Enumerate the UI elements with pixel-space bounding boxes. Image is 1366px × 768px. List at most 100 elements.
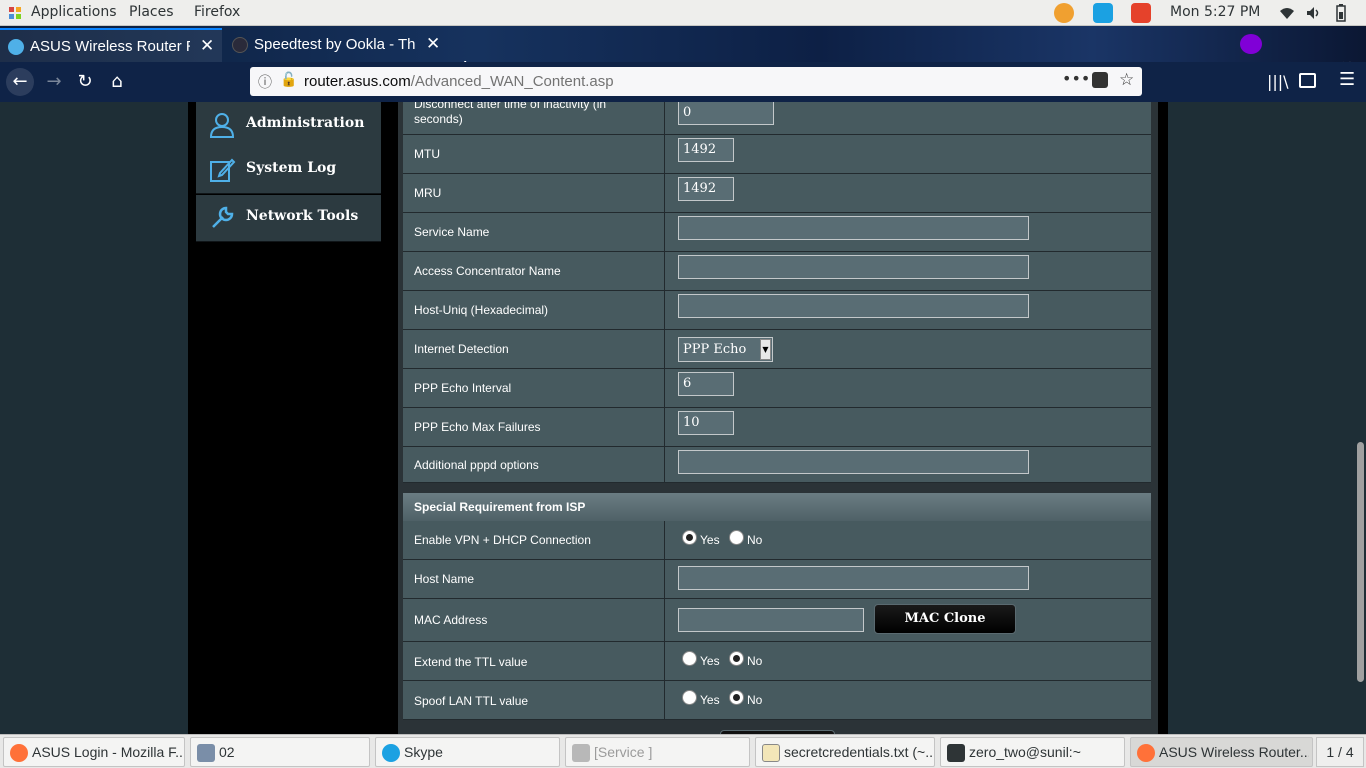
radio-label: No bbox=[747, 533, 763, 547]
wan-settings-form: Disconnect after time of inactivity (in … bbox=[398, 102, 1158, 734]
tray-notification-icon[interactable] bbox=[1131, 3, 1151, 23]
service-name-input[interactable] bbox=[678, 216, 1029, 240]
mru-input[interactable]: 1492 bbox=[678, 177, 734, 201]
wifi-icon[interactable] bbox=[1279, 6, 1295, 20]
page-actions-icon[interactable]: ••• bbox=[1062, 69, 1090, 88]
form-row-mtu: MTU 1492 bbox=[403, 135, 1151, 174]
close-icon[interactable]: ✕ bbox=[200, 36, 214, 56]
firefox-menu[interactable]: Firefox bbox=[194, 4, 240, 20]
access-concentrator-input[interactable] bbox=[678, 255, 1029, 279]
field-label: MTU bbox=[414, 147, 440, 161]
left-menu-column: Administration System Log Network Tools bbox=[188, 102, 398, 734]
insecure-lock-icon[interactable]: 🔓 bbox=[280, 72, 297, 88]
task-label: [Service ] bbox=[594, 744, 653, 760]
field-label: Service Name bbox=[414, 225, 490, 239]
workspace-pager[interactable]: 1 / 4 bbox=[1316, 737, 1364, 767]
tab-asus-router[interactable]: ASUS Wireless Router R ✕ bbox=[0, 28, 222, 62]
radio-label: No bbox=[747, 693, 763, 707]
asus-favicon-icon bbox=[8, 39, 24, 55]
section-title: Special Requirement from ISP bbox=[403, 493, 1151, 521]
bookmark-star-icon[interactable]: ☆ bbox=[1119, 70, 1134, 90]
back-icon[interactable]: ← bbox=[6, 68, 34, 96]
field-label: MRU bbox=[414, 186, 442, 200]
places-menu[interactable]: Places bbox=[129, 4, 174, 20]
hamburger-menu-icon[interactable]: ☰ bbox=[1339, 69, 1355, 90]
field-label: Spoof LAN TTL value bbox=[414, 694, 529, 708]
extend-ttl-no-radio[interactable] bbox=[729, 651, 744, 666]
field-label: MAC Address bbox=[414, 613, 488, 627]
inactivity-timeout-input[interactable]: 0 bbox=[678, 102, 774, 125]
task-skype[interactable]: Skype bbox=[375, 737, 560, 767]
window-list-taskbar: ASUS Login - Mozilla F... 02 Skype [Serv… bbox=[0, 734, 1366, 768]
info-icon[interactable]: ⓘ bbox=[258, 72, 272, 92]
spoof-ttl-yes-radio[interactable] bbox=[682, 690, 697, 705]
tab-speedtest[interactable]: Speedtest by Ookla - The ✕ bbox=[224, 28, 446, 62]
url-bar[interactable]: ⓘ 🔓 router.asus.com/Advanced_WAN_Content… bbox=[250, 67, 1142, 96]
task-asus-wireless-router[interactable]: ASUS Wireless Router... bbox=[1130, 737, 1313, 767]
sidebar-item-label: Administration bbox=[246, 115, 365, 131]
task-label: zero_two@sunil:~ bbox=[969, 744, 1081, 760]
field-label: Disconnect after time of inactivity (in … bbox=[414, 102, 607, 126]
wrench-icon bbox=[212, 206, 234, 228]
task-label: ASUS Login - Mozilla F... bbox=[32, 744, 182, 760]
pocket-icon[interactable] bbox=[1092, 72, 1108, 88]
echo-interval-input[interactable]: 6 bbox=[678, 372, 734, 396]
applications-menu[interactable]: Applications bbox=[31, 4, 117, 20]
field-label: Host Name bbox=[414, 572, 475, 586]
sidebar-item-administration[interactable]: Administration bbox=[196, 102, 381, 149]
field-label: PPP Echo Max Failures bbox=[414, 420, 541, 434]
sidebar-item-system-log[interactable]: System Log bbox=[196, 147, 381, 194]
vpn-dhcp-no-radio[interactable] bbox=[729, 530, 744, 545]
task-asus-login[interactable]: ASUS Login - Mozilla F... bbox=[3, 737, 185, 767]
task-terminal[interactable]: zero_two@sunil:~ bbox=[940, 737, 1125, 767]
mtu-input[interactable]: 1492 bbox=[678, 138, 734, 162]
task-service[interactable]: [Service ] bbox=[565, 737, 750, 767]
tab-strip: ASUS Wireless Router R ✕ Speedtest by Oo… bbox=[0, 26, 1366, 81]
field-label: Additional pppd options bbox=[414, 458, 539, 472]
chevron-down-icon[interactable]: ▼ bbox=[760, 339, 771, 360]
firefox-icon bbox=[1137, 744, 1155, 762]
echo-max-failures-input[interactable]: 10 bbox=[678, 411, 734, 435]
task-02[interactable]: 02 bbox=[190, 737, 370, 767]
tab-title: ASUS Wireless Router R bbox=[30, 38, 190, 55]
tray-app-icon[interactable] bbox=[1054, 3, 1074, 23]
spoof-ttl-no-radio[interactable] bbox=[729, 690, 744, 705]
form-row-host-name: Host Name bbox=[403, 560, 1151, 599]
task-secretcredentials[interactable]: secretcredentials.txt (~... bbox=[755, 737, 935, 767]
pppd-options-input[interactable] bbox=[678, 450, 1029, 474]
sidebar-toggle-icon[interactable] bbox=[1299, 73, 1316, 88]
form-row-pppd-options: Additional pppd options bbox=[403, 447, 1151, 483]
extend-ttl-yes-radio[interactable] bbox=[682, 651, 697, 666]
internet-detection-select[interactable]: PPP Echo ▼ bbox=[678, 337, 773, 362]
form-row-access-concentrator: Access Concentrator Name bbox=[403, 252, 1151, 291]
edit-log-icon bbox=[210, 158, 236, 182]
field-label: PPP Echo Interval bbox=[414, 381, 512, 395]
home-icon[interactable]: ⌂ bbox=[103, 68, 131, 96]
reload-icon[interactable]: ↻ bbox=[71, 68, 99, 96]
mac-clone-button[interactable]: MAC Clone bbox=[874, 604, 1016, 634]
task-label: ASUS Wireless Router... bbox=[1159, 744, 1309, 760]
firefox-icon bbox=[10, 744, 28, 762]
host-uniq-input[interactable] bbox=[678, 294, 1029, 318]
file-manager-icon bbox=[197, 744, 215, 762]
radio-label: No bbox=[747, 654, 763, 668]
library-icon[interactable]: |||\ bbox=[1267, 72, 1289, 91]
volume-icon[interactable] bbox=[1306, 6, 1322, 20]
field-label: Extend the TTL value bbox=[414, 655, 528, 669]
sidebar-item-network-tools[interactable]: Network Tools bbox=[196, 195, 381, 242]
clock[interactable]: Mon 5:27 PM bbox=[1170, 4, 1260, 20]
close-icon[interactable]: ✕ bbox=[426, 34, 440, 54]
vpn-dhcp-yes-radio[interactable] bbox=[682, 530, 697, 545]
battery-icon[interactable] bbox=[1336, 4, 1346, 22]
radio-label: Yes bbox=[700, 533, 720, 547]
forward-icon[interactable]: → bbox=[40, 68, 68, 96]
service-icon bbox=[572, 744, 590, 762]
form-row-spoof-ttl: Spoof LAN TTL value Yes No bbox=[403, 681, 1151, 720]
page-scrollbar[interactable] bbox=[1355, 102, 1366, 734]
scrollbar-thumb[interactable] bbox=[1357, 442, 1364, 682]
field-label: Internet Detection bbox=[414, 342, 509, 356]
host-name-input[interactable] bbox=[678, 566, 1029, 590]
skype-tray-icon[interactable] bbox=[1093, 3, 1113, 23]
mac-address-input[interactable] bbox=[678, 608, 864, 632]
form-row-inactivity: Disconnect after time of inactivity (in … bbox=[403, 102, 1151, 135]
